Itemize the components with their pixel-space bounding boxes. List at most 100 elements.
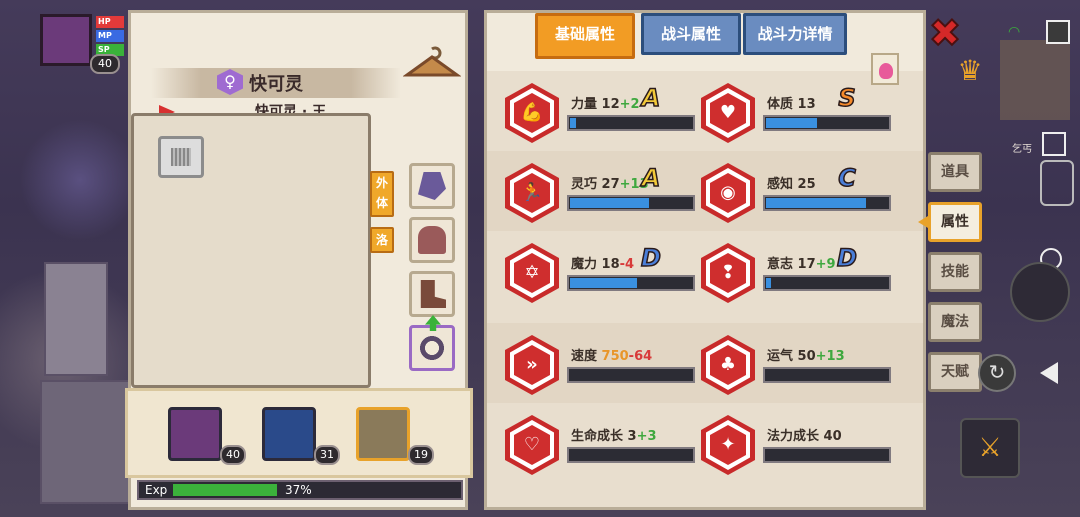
stat-bar xyxy=(567,275,695,291)
dungeon-wall xyxy=(40,380,132,504)
stat-label: 力量 12+2 xyxy=(571,93,640,112)
square-nav-icon[interactable] xyxy=(1042,132,1066,156)
stat-base-value: 27 xyxy=(601,177,620,192)
demon-boss-icon: ♛ xyxy=(957,54,983,87)
party-level-badge: 40 xyxy=(220,445,246,465)
character-name: 快可灵 xyxy=(249,74,303,95)
stat-cell[interactable]: 🏃 灵巧 27+13 A xyxy=(487,155,695,227)
stat-label: 运气 50+13 xyxy=(767,345,845,364)
outfit-tag-button[interactable]: 外体 xyxy=(370,171,394,217)
stat-cell[interactable]: ✡ 魔力 18-4 D xyxy=(487,235,695,307)
stats-area: 💪 力量 12+2 A ♥ 体质 13 S 🏃 灵巧 27+13 A ◉ 感知 25 C ✡ 魔力 18-… xyxy=(487,71,923,507)
stat-cell[interactable]: 💪 力量 12+2 A xyxy=(487,75,695,147)
equip-slot-gloves[interactable] xyxy=(409,163,455,209)
chip-icon[interactable] xyxy=(158,136,204,178)
stat-grade-badge: D xyxy=(836,244,857,272)
ring-icon xyxy=(418,334,446,362)
stat-bar xyxy=(763,195,891,211)
stat-bar-fill xyxy=(570,278,638,288)
side-menu-magic[interactable]: 魔法 xyxy=(928,302,982,342)
stat-grade-badge: A xyxy=(641,164,661,192)
gloves-icon xyxy=(418,172,446,200)
bow-weapon-button[interactable] xyxy=(1010,262,1070,322)
stat-bar-fill xyxy=(766,278,771,288)
tab-power-details[interactable]: 战斗力详情 xyxy=(743,13,847,55)
stat-bar-fill xyxy=(766,198,867,208)
mp-bar: MP xyxy=(96,30,124,42)
stat-bar-fill xyxy=(766,118,818,128)
party-member-card-selected[interactable] xyxy=(356,407,410,461)
tab-combat-attributes[interactable]: 战斗属性 xyxy=(641,13,741,55)
side-menu-attributes[interactable]: 属性 xyxy=(928,202,982,242)
potion-icon[interactable] xyxy=(871,53,899,85)
stat-grade-badge: S xyxy=(838,84,857,112)
side-menu-skills[interactable]: 技能 xyxy=(928,252,982,292)
stat-base-value: 17 xyxy=(797,257,816,272)
side-menu-talent[interactable]: 天赋 xyxy=(928,352,982,392)
stat-name: 魔力 xyxy=(571,257,602,272)
stat-cell[interactable]: ♥ 体质 13 S xyxy=(683,75,891,147)
stat-cell[interactable]: ✦ 法力成长 40 xyxy=(683,407,891,479)
exp-label: Exp xyxy=(145,483,168,497)
equip-slot-helmet[interactable] xyxy=(409,217,455,263)
stat-cell[interactable]: » 速度 750-64 xyxy=(487,327,695,399)
minimap[interactable] xyxy=(1000,40,1070,120)
appearance-preview-panel xyxy=(131,113,371,388)
stat-base-value: 50 xyxy=(797,349,816,364)
stat-bar-fill xyxy=(570,118,577,128)
stat-base-value: 13 xyxy=(797,97,816,112)
boots-icon xyxy=(420,280,446,308)
stat-bar xyxy=(567,367,695,383)
equip-slot-ring[interactable] xyxy=(409,325,455,371)
player-avatar[interactable] xyxy=(40,14,92,66)
party-level-badge: 31 xyxy=(314,445,340,465)
stat-name: 体质 xyxy=(767,97,798,112)
character-panel: ♀ 快可灵 快可灵 · 王 外体 洛 40 31 19 Exp 37% xyxy=(125,10,473,510)
exp-percent: 37% xyxy=(285,483,312,497)
menu-icon[interactable] xyxy=(1046,20,1070,44)
stat-grade-badge: D xyxy=(640,244,661,272)
stat-base-value: 12 xyxy=(601,97,620,112)
player-hud[interactable]: HP MP SP 40 xyxy=(40,14,124,74)
stat-bar xyxy=(763,447,891,463)
back-nav-icon[interactable] xyxy=(1040,362,1058,384)
hp-bar: HP xyxy=(96,16,124,28)
party-member-card[interactable] xyxy=(168,407,222,461)
exp-bar: Exp 37% xyxy=(137,480,463,500)
stat-name: 灵巧 xyxy=(571,177,602,192)
sword-weapon-button[interactable]: ⚔ xyxy=(960,418,1020,478)
stat-cell[interactable]: ♡ 生命成长 3+3 xyxy=(487,407,695,479)
stat-cell[interactable]: ❢ 意志 17+9 D xyxy=(683,235,891,307)
stat-label: 法力成长 40 xyxy=(767,425,842,444)
stat-base-value: 750 xyxy=(601,349,629,364)
stat-bar xyxy=(763,367,891,383)
stat-label: 魔力 18-4 xyxy=(571,253,634,272)
close-icon[interactable]: ✖ xyxy=(928,13,962,53)
stat-cell[interactable]: ♣ 运气 50+13 xyxy=(683,327,891,399)
stat-label: 体质 13 xyxy=(767,93,816,112)
stat-grade-badge: C xyxy=(837,164,856,192)
stat-grade-badge: A xyxy=(641,84,661,112)
stat-label: 感知 25 xyxy=(767,173,816,192)
party-member-card[interactable] xyxy=(262,407,316,461)
equip-slot-boots[interactable] xyxy=(409,271,455,317)
stat-bar-fill xyxy=(570,198,650,208)
party-level-badge: 19 xyxy=(408,445,434,465)
swap-icon[interactable]: ↻ xyxy=(978,354,1016,392)
party-bar: 40 31 19 xyxy=(125,388,473,478)
stat-name: 法力成长 xyxy=(767,429,824,444)
stat-label: 生命成长 3+3 xyxy=(571,425,657,444)
tab-basic-attributes[interactable]: 基础属性 xyxy=(535,13,635,59)
hanger-icon[interactable] xyxy=(403,45,461,85)
stat-bar xyxy=(567,115,695,131)
stat-name: 意志 xyxy=(767,257,798,272)
stat-base-value: 18 xyxy=(601,257,620,272)
stat-bar xyxy=(763,275,891,291)
phone-icon[interactable] xyxy=(1040,160,1074,206)
attributes-panel: 💪 力量 12+2 A ♥ 体质 13 S 🏃 灵巧 27+13 A ◉ 感知 25 C ✡ 魔力 18-… xyxy=(484,10,926,510)
tag-button[interactable]: 洛 xyxy=(370,227,394,253)
wifi-icon: ◠ xyxy=(1008,24,1021,40)
stat-cell[interactable]: ◉ 感知 25 C xyxy=(683,155,891,227)
stat-bonus-value: +3 xyxy=(636,429,657,444)
side-menu-items[interactable]: 道具 xyxy=(928,152,982,192)
